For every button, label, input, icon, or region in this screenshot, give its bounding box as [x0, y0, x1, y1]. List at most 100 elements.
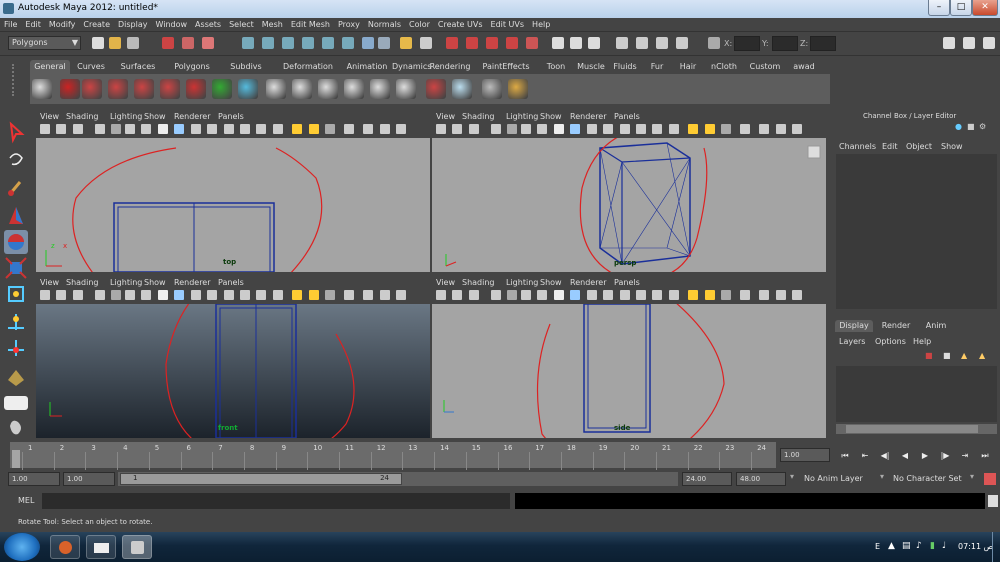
cube-stack-icon[interactable]	[452, 79, 472, 99]
channels-menu[interactable]: Channels	[839, 142, 876, 151]
playback-start-field[interactable]: 1.00	[63, 472, 115, 486]
textured-icon[interactable]	[207, 124, 218, 134]
attribute-editor-icon[interactable]	[552, 37, 564, 49]
layers-menu[interactable]: Layers	[839, 337, 865, 346]
show-desktop-button[interactable]	[992, 532, 1000, 562]
menu-select[interactable]: Select	[225, 18, 258, 32]
auto-key-icon[interactable]	[984, 473, 996, 485]
lasso-tool-icon[interactable]	[4, 148, 28, 172]
render-current-icon[interactable]	[446, 37, 458, 49]
shelf-tab-fur[interactable]: Fur	[644, 60, 670, 74]
film-gate-icon[interactable]	[124, 124, 135, 134]
shelf-tab-animation[interactable]: Animation	[344, 60, 390, 74]
minimize-button[interactable]: –	[928, 0, 950, 16]
shelf-tab-rendering[interactable]: Rendering	[424, 60, 476, 74]
input-output-icon[interactable]	[378, 37, 390, 49]
panel-menu-lighting[interactable]: Lighting	[506, 112, 538, 121]
wire-on-shaded-icon[interactable]	[586, 290, 597, 300]
brush-icon[interactable]	[508, 79, 528, 99]
panel-menu-show[interactable]: Show	[144, 278, 166, 287]
isolate-icon[interactable]	[272, 124, 283, 134]
panel-menu-view[interactable]: View	[40, 278, 59, 287]
hierarchy-icon-2[interactable]	[292, 79, 312, 99]
hierarchy-icon-5[interactable]	[370, 79, 390, 99]
bookmark-icon[interactable]	[72, 290, 83, 300]
bookmark-icon[interactable]	[468, 124, 479, 134]
camera-attr-icon[interactable]	[56, 290, 67, 300]
hierarchy-icon-4[interactable]	[344, 79, 364, 99]
resolution-gate-icon[interactable]	[141, 290, 152, 300]
cinema-reel-icon[interactable]	[32, 79, 52, 99]
panel-menu-show[interactable]: Show	[540, 278, 562, 287]
taskbar-maya-icon[interactable]	[122, 535, 152, 559]
all-lights-icon[interactable]	[308, 124, 319, 134]
wire-on-shaded-icon[interactable]	[190, 124, 201, 134]
lights-icon[interactable]	[619, 124, 630, 134]
render-icon[interactable]	[363, 124, 374, 134]
grid-icon[interactable]	[490, 124, 501, 134]
viewport-side[interactable]: side	[432, 304, 826, 438]
xray-icon[interactable]	[256, 124, 267, 134]
script-icon[interactable]	[396, 79, 416, 99]
quality-icon[interactable]	[379, 290, 390, 300]
resolution-gate-icon[interactable]	[537, 124, 548, 134]
language-indicator[interactable]: E	[875, 542, 880, 551]
sphere-icon[interactable]	[238, 79, 258, 99]
start-time-field[interactable]: 1.00	[8, 472, 60, 486]
lights-icon[interactable]	[223, 290, 234, 300]
tab-display[interactable]: Display	[835, 320, 873, 332]
wireframe-icon[interactable]	[553, 124, 564, 134]
layer-help-menu[interactable]: Help	[913, 337, 931, 346]
shadows-icon[interactable]	[636, 124, 647, 134]
motion-blur-icon[interactable]	[396, 124, 407, 134]
shadows-icon[interactable]	[636, 290, 647, 300]
hud-icon[interactable]	[740, 290, 751, 300]
graph-editor-icon[interactable]	[656, 37, 668, 49]
motion-blur-icon[interactable]	[396, 290, 407, 300]
panel-menu-shading[interactable]: Shading	[462, 112, 495, 121]
script-editor-icon[interactable]	[988, 495, 998, 507]
menu-file[interactable]: File	[0, 18, 21, 32]
network-icon[interactable]	[426, 79, 446, 99]
end-time-field[interactable]: 48.00	[736, 472, 786, 486]
shelf-tab-hair[interactable]: Hair	[672, 60, 704, 74]
image-plane-icon[interactable]	[111, 290, 122, 300]
channel-settings-icon[interactable]: ⚙	[979, 122, 986, 131]
menu-color[interactable]: Color	[405, 18, 434, 32]
camera-attr-icon[interactable]	[452, 290, 463, 300]
rotate-tool-icon[interactable]	[4, 230, 28, 254]
film-gate-icon[interactable]	[520, 124, 531, 134]
menu-create[interactable]: Create	[79, 18, 114, 32]
panel-menu-shading[interactable]: Shading	[66, 112, 99, 121]
new-scene-icon[interactable]	[92, 37, 104, 49]
lights-icon[interactable]	[619, 290, 630, 300]
mel-label[interactable]: MEL	[18, 496, 34, 505]
snap-point-icon[interactable]	[282, 37, 294, 49]
red-object-icon-2[interactable]	[108, 79, 128, 99]
snap-curve-icon[interactable]	[262, 37, 274, 49]
new-layer-icon[interactable]: ■	[925, 351, 933, 360]
smooth-shade-icon[interactable]	[570, 290, 581, 300]
tray-expand-icon[interactable]: ▲	[888, 541, 895, 551]
film-gate-icon[interactable]	[520, 290, 531, 300]
select-object-icon[interactable]	[182, 37, 194, 49]
menu-edit-uvs[interactable]: Edit UVs	[487, 18, 529, 32]
select-hierarchy-icon[interactable]	[162, 37, 174, 49]
panel-menu-panels[interactable]: Panels	[218, 278, 244, 287]
quality-icon[interactable]	[775, 124, 786, 134]
shelf-tab-painteffects[interactable]: PaintEffects	[477, 60, 535, 74]
playblast-icon[interactable]	[676, 37, 688, 49]
snap-view-icon[interactable]	[302, 37, 314, 49]
hammer-icon[interactable]	[186, 79, 206, 99]
tray-volume-icon[interactable]: ♪	[916, 541, 922, 551]
menu-display[interactable]: Display	[114, 18, 152, 32]
shadows-icon[interactable]	[240, 290, 251, 300]
shelf-tab-fluids[interactable]: Fluids	[608, 60, 642, 74]
play-backward-icon[interactable]: ◀	[898, 450, 912, 462]
grid-icon[interactable]	[94, 124, 105, 134]
resolution-gate-icon[interactable]	[537, 290, 548, 300]
quad-layout-icon[interactable]	[4, 414, 28, 438]
menu-window[interactable]: Window	[152, 18, 192, 32]
panel-menu-panels[interactable]: Panels	[614, 278, 640, 287]
grid-icon[interactable]	[94, 290, 105, 300]
